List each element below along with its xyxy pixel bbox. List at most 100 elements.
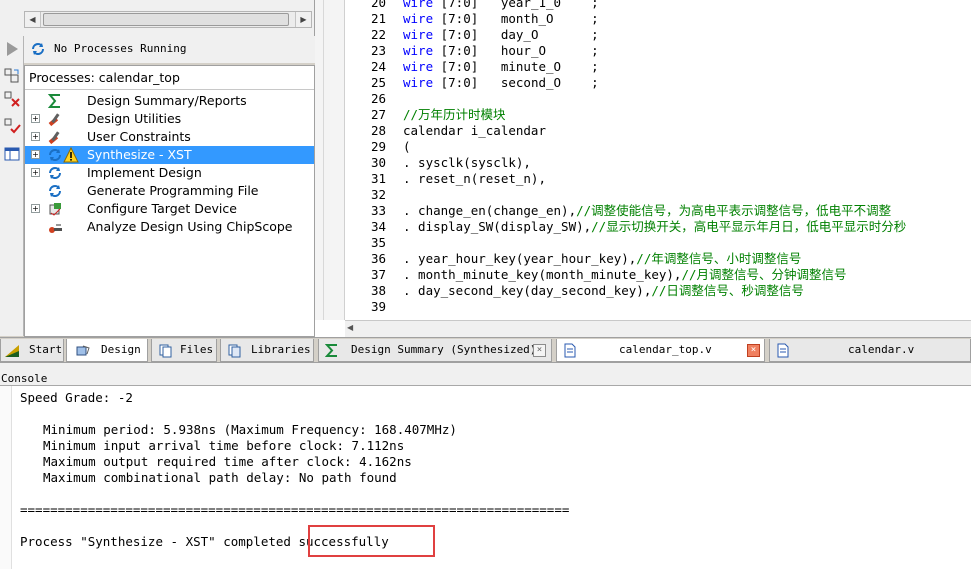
- refresh-icon: [32, 43, 44, 55]
- line-number: 21: [370, 11, 386, 26]
- tools-icon: [48, 113, 60, 127]
- process-status-text: No Processes Running: [54, 42, 187, 55]
- code-comment: //年调整信号、小时调整信号: [636, 251, 802, 266]
- process-item-label: Synthesize - XST: [87, 147, 192, 162]
- code-line: 33 . change_en(change_en),//调整使能信号，为高电平表示…: [345, 203, 971, 219]
- expand-icon[interactable]: +: [31, 168, 40, 177]
- tab-design[interactable]: Design: [66, 339, 148, 362]
- code-text: [7:0] hour_O ;: [433, 43, 599, 58]
- code-text: [7:0] day_O ;: [433, 27, 599, 42]
- stop-icon[interactable]: [2, 89, 22, 109]
- console-line: Maximum output required time after clock…: [43, 454, 412, 469]
- console-header: Console: [0, 362, 971, 386]
- process-item-label: Analyze Design Using ChipScope: [87, 219, 293, 234]
- console-scrollbar[interactable]: [0, 386, 12, 569]
- code-text: . change_en(change_en),: [403, 203, 577, 218]
- code-text: (: [403, 139, 411, 154]
- expand-icon[interactable]: +: [31, 204, 40, 213]
- probe-icon: [49, 224, 62, 233]
- properties-icon[interactable]: [2, 144, 22, 164]
- close-icon[interactable]: ×: [533, 344, 546, 357]
- scroll-left-arrow-icon[interactable]: ◀: [25, 12, 41, 27]
- sigma-icon: [47, 94, 60, 108]
- scroll-right-arrow-icon[interactable]: ▶: [295, 12, 311, 27]
- line-number: 33: [370, 203, 386, 218]
- hierarchy-horizontal-scrollbar[interactable]: ◀ ▶: [24, 11, 312, 28]
- code-line: 35: [345, 235, 971, 251]
- line-number: 38: [370, 283, 386, 298]
- line-number: 34: [370, 219, 386, 234]
- tab-calendar-top-v[interactable]: calendar_top.v ×: [556, 339, 765, 362]
- code-line: 27 //万年历计时模块: [345, 107, 971, 123]
- code-line: 34 . display_SW(display_SW),//显示切换开关，高电平显…: [345, 219, 971, 235]
- console-line: Maximum combinational path delay: No pat…: [43, 470, 397, 485]
- line-number: 25: [370, 75, 386, 90]
- editor-gutter: [315, 0, 345, 320]
- code-line: 21 wire [7:0] month_O ;: [345, 11, 971, 27]
- highlight-box: [308, 525, 435, 557]
- start-icon: [5, 345, 19, 357]
- line-number: 28: [370, 123, 386, 138]
- code-text: . year_hour_key(year_hour_key),: [403, 251, 637, 266]
- code-editor[interactable]: 20 wire [7:0] year_1_0 ; 21 wire [7:0] mont…: [315, 0, 971, 337]
- process-item[interactable]: Generate Programming File: [25, 182, 314, 200]
- code-line: 32: [345, 187, 971, 203]
- code-line: 25 wire [7:0] second_O ;: [345, 75, 971, 91]
- expand-icon[interactable]: +: [31, 132, 40, 141]
- code-text: [7:0] second_O ;: [433, 75, 599, 90]
- line-number: 39: [370, 299, 386, 314]
- code-line: 37 . month_minute_key(month_minute_key),/…: [345, 267, 971, 283]
- files-icon: [159, 344, 172, 358]
- processes-header: Processes: calendar_top: [25, 66, 314, 90]
- code-keyword: wire: [403, 75, 434, 90]
- line-number: 37: [370, 267, 386, 282]
- file-icon: [564, 343, 576, 358]
- line-number: 23: [370, 43, 386, 58]
- line-number: 36: [370, 251, 386, 266]
- warning-icon: [63, 147, 79, 163]
- design-icon: [76, 345, 90, 356]
- refresh-icon: [49, 185, 61, 197]
- code-line: 39: [345, 299, 971, 315]
- process-item-label: User Constraints: [87, 129, 191, 144]
- console-line: Minimum period: 5.938ns (Maximum Frequen…: [43, 422, 457, 437]
- line-number: 32: [370, 187, 386, 202]
- editor-horizontal-scrollbar[interactable]: ◀: [345, 320, 971, 337]
- code-line: 26: [345, 91, 971, 107]
- console-line: Speed Grade: -2: [20, 390, 133, 405]
- run-icon[interactable]: [2, 39, 22, 59]
- process-item[interactable]: + Configure Target Device: [25, 200, 314, 218]
- code-keyword: wire: [403, 27, 434, 42]
- processes-panel: Processes: calendar_top Design Summary/R…: [24, 65, 315, 337]
- line-number: 26: [370, 91, 386, 106]
- tab-design-summary[interactable]: Design Summary (Synthesized) ×: [318, 339, 552, 362]
- tab-start[interactable]: Start: [0, 339, 64, 362]
- process-item[interactable]: Analyze Design Using ChipScope: [25, 218, 314, 236]
- tab-files[interactable]: Files: [151, 339, 217, 362]
- code-line: 24 wire [7:0] minute_O ;: [345, 59, 971, 75]
- scrollbar-thumb[interactable]: [43, 13, 289, 26]
- code-comment: //调整使能信号，为高电平表示调整信号，低电平不调整: [576, 203, 892, 218]
- console-title: Console: [1, 372, 48, 385]
- code-text: . display_SW(display_SW),: [403, 219, 592, 234]
- scroll-left-arrow-icon[interactable]: ◀: [347, 323, 353, 332]
- line-number: 35: [370, 235, 386, 250]
- tab-calendar-v[interactable]: calendar.v: [769, 339, 971, 362]
- process-item[interactable]: Design Summary/Reports: [25, 92, 314, 110]
- check-icon[interactable]: [2, 116, 22, 136]
- expand-icon[interactable]: +: [31, 150, 40, 159]
- code-text: . day_second_key(day_second_key),: [403, 283, 652, 298]
- rerun-icon[interactable]: [2, 66, 22, 86]
- process-item[interactable]: + Design Utilities: [25, 110, 314, 128]
- tab-libraries[interactable]: Libraries: [220, 339, 314, 362]
- code-comment: //日调整信号、秒调整信号: [651, 283, 804, 298]
- process-item-label: Implement Design: [87, 165, 202, 180]
- process-item[interactable]: + Implement Design: [25, 164, 314, 182]
- expand-icon[interactable]: +: [31, 114, 40, 123]
- console-output[interactable]: Speed Grade: -2 Minimum period: 5.938ns …: [0, 386, 971, 569]
- process-item[interactable]: + Synthesize - XST: [25, 146, 314, 164]
- line-number: 24: [370, 59, 386, 74]
- console-separator: ========================================…: [20, 502, 570, 517]
- close-icon[interactable]: ×: [747, 344, 760, 357]
- process-item[interactable]: + User Constraints: [25, 128, 314, 146]
